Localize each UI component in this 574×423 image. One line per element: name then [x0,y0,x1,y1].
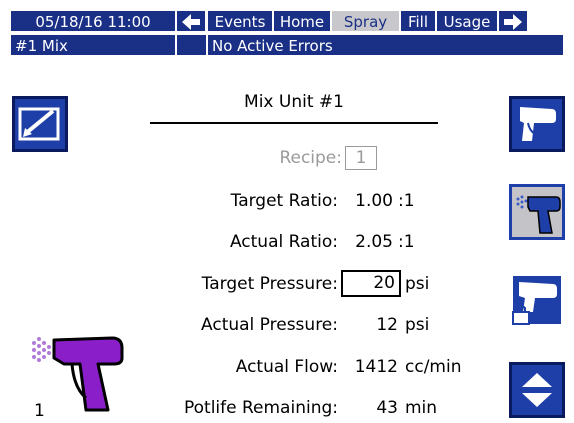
actual-ratio-unit: :1 [398,232,415,252]
status-spacer [176,34,207,56]
arrow-left-icon [182,14,200,30]
recipe-field[interactable]: 1 [345,146,377,170]
actual-flow-label: Actual Flow: [235,357,338,377]
gun-number: 1 [34,401,45,421]
title-divider [150,122,438,124]
actual-flow-value: 1412 [354,357,398,377]
target-ratio-value: 1.00 [355,191,393,211]
potlife-value: 43 [376,398,398,418]
potlife-label: Potlife Remaining: [183,398,338,418]
back-button[interactable] [176,10,206,32]
arrow-right-icon [504,14,522,30]
tab-home[interactable]: Home [273,10,331,32]
tab-spray[interactable]: Spray [331,10,400,32]
mix-selector: #1 Mix [10,34,176,56]
page-title: Mix Unit #1 [244,92,344,112]
target-pressure-label: Target Pressure: [201,274,338,294]
target-ratio-unit: :1 [398,191,415,211]
actual-flow-unit: cc/min [405,357,462,377]
gun-trigger-button[interactable] [509,96,565,152]
gun-lock-icon [512,276,561,325]
recipe-label: Recipe: [279,148,342,168]
scroll-up-down-button[interactable] [509,362,565,418]
target-ratio-label: Target Ratio: [230,191,338,211]
flush-gun-button[interactable] [509,184,565,240]
potlife-unit: min [405,398,438,418]
tab-usage[interactable]: Usage [436,10,498,32]
gun-lock-button[interactable] [509,272,565,328]
actual-pressure-unit: psi [405,315,430,335]
actual-pressure-value: 12 [376,315,398,335]
target-pressure-field[interactable]: 20 [341,270,401,297]
tab-events[interactable]: Events [207,10,273,32]
datetime-display: 05/18/16 11:00 [10,10,176,32]
edit-icon [18,107,60,141]
next-button[interactable] [498,10,528,32]
gun-trigger-icon [520,107,556,141]
tab-fill[interactable]: Fill [400,10,436,32]
up-down-arrows-icon [522,373,552,407]
flush-gun-icon [516,195,561,234]
edit-button[interactable] [12,96,68,152]
target-pressure-unit: psi [405,274,430,294]
error-status: No Active Errors [207,34,564,56]
actual-ratio-label: Actual Ratio: [229,232,338,252]
actual-pressure-label: Actual Pressure: [201,315,338,335]
actual-ratio-value: 2.05 [355,232,393,252]
